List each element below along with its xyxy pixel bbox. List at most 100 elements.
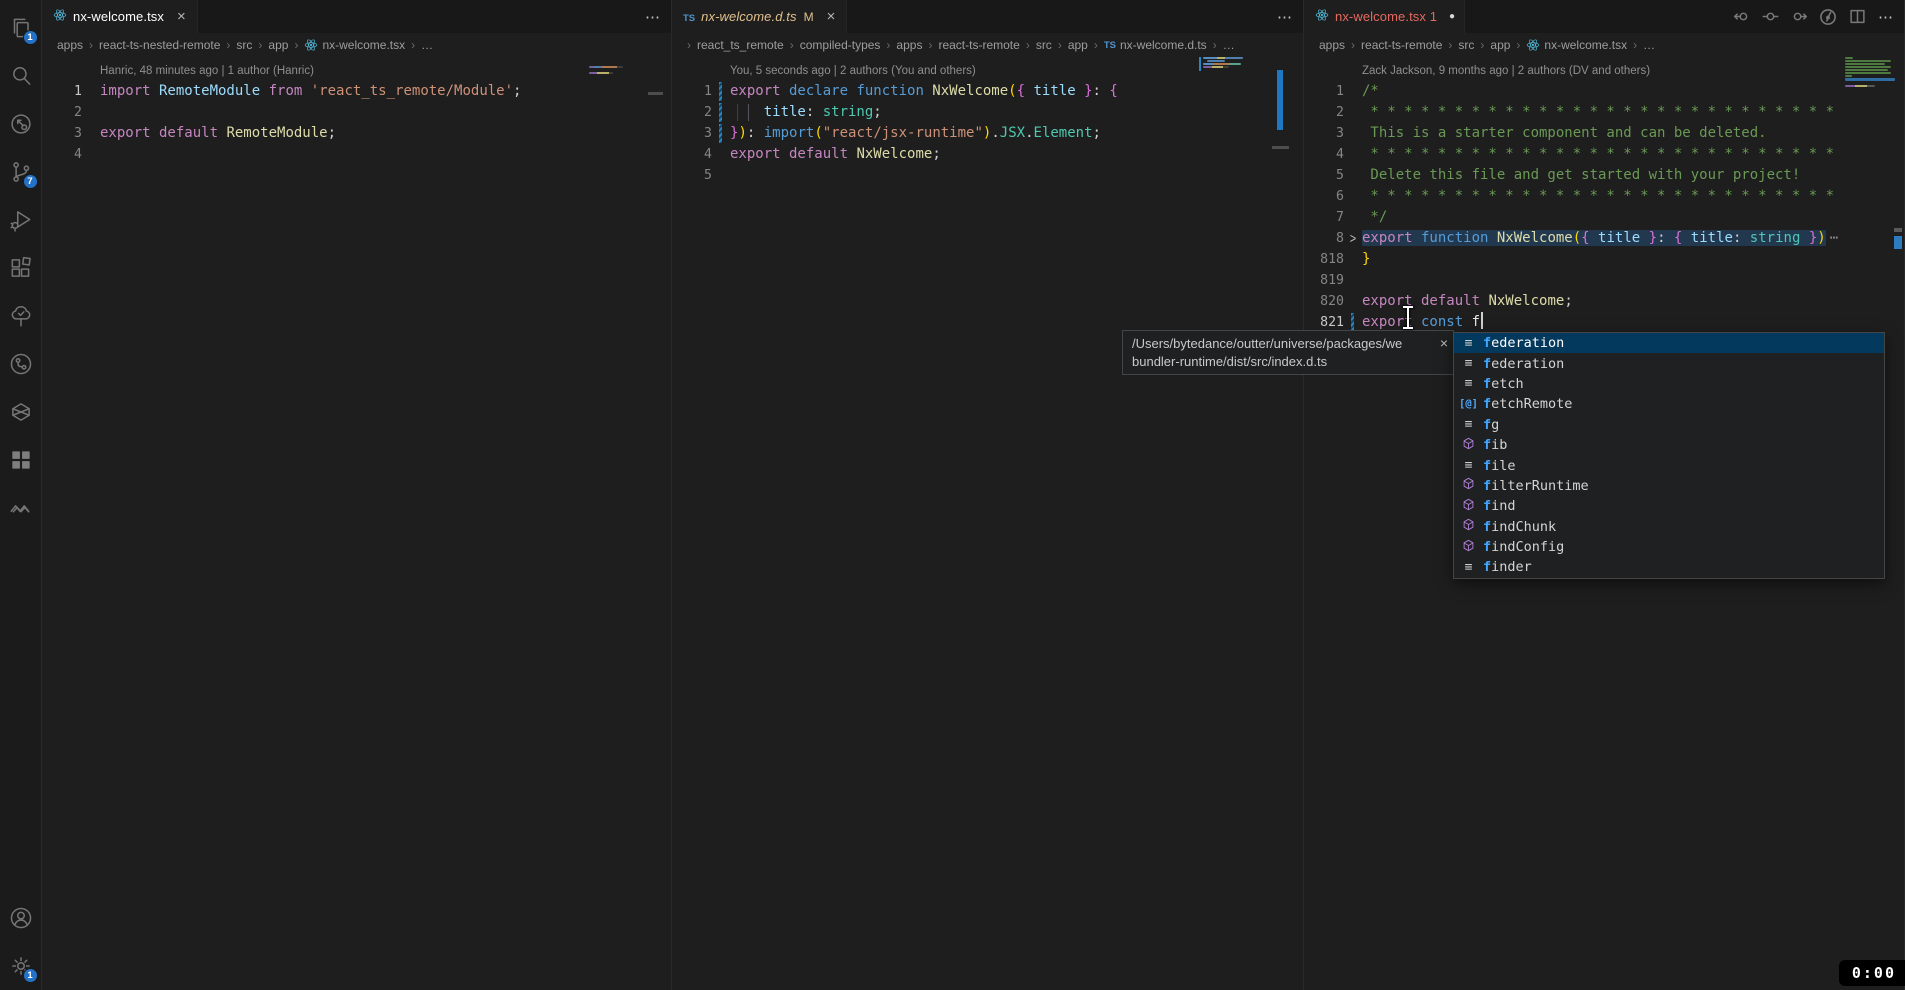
suggestion-item-filterRuntime[interactable]: filterRuntime [1454, 476, 1884, 496]
breadcrumb-item[interactable]: nx-welcome.tsx [1526, 38, 1627, 52]
code-line[interactable]: 3}): import("react/jsx-runtime").JSX.Ele… [672, 123, 1303, 144]
code-line[interactable]: 5 [672, 165, 1303, 186]
breadcrumb-item[interactable]: TSnx-welcome.d.ts [1104, 38, 1207, 52]
close-icon[interactable]: × [825, 8, 838, 25]
breadcrumb-item[interactable]: apps [1319, 38, 1345, 52]
breadcrumb-item[interactable]: … [421, 38, 433, 52]
breadcrumb-item[interactable]: nx-welcome.tsx [304, 38, 405, 52]
code-line[interactable]: 8>export function NxWelcome({ title }: {… [1304, 228, 1904, 249]
code-line[interactable]: 2 * * * * * * * * * * * * * * * * * * * … [1304, 102, 1904, 123]
more-actions-icon[interactable]: ⋯ [1275, 6, 1295, 28]
activity-bar-item-todo-tree[interactable] [0, 292, 42, 340]
dirty-indicator-icon[interactable]: ● [1449, 11, 1455, 22]
activity-bar-item-accounts[interactable] [0, 894, 42, 942]
activity-bar-item-explorer[interactable]: 1 [0, 4, 42, 52]
code-line[interactable]: 818} [1304, 249, 1904, 270]
symbol-text-icon: ≡ [1459, 356, 1478, 371]
breadcrumb-item[interactable]: … [1223, 38, 1235, 52]
breadcrumb-item[interactable]: react-ts-nested-remote [99, 38, 220, 52]
activity-bar-item-run-and-debug[interactable] [0, 196, 42, 244]
breadcrumb-item[interactable]: react_ts_remote [697, 38, 784, 52]
tab-nx-welcome.tsx[interactable]: nx-welcome.tsx× [42, 0, 198, 33]
breadcrumb-item[interactable]: src [1458, 38, 1474, 52]
code-editor[interactable]: You, 5 seconds ago | 2 authors (You and … [672, 57, 1303, 990]
source-control-badge: 7 [23, 174, 38, 189]
breadcrumb-item[interactable]: app [1490, 38, 1510, 52]
breadcrumb-item[interactable]: apps [57, 38, 83, 52]
split-icon[interactable] [1847, 6, 1867, 28]
code-line[interactable]: 820export default NxWelcome; [1304, 291, 1904, 312]
code-line[interactable]: 1export declare function NxWelcome({ tit… [672, 81, 1303, 102]
suggestion-item-file[interactable]: ≡file [1454, 455, 1884, 475]
activity-bar-item-grid-extension[interactable] [0, 436, 42, 484]
activity-bar-item-extensions[interactable] [0, 244, 42, 292]
activity-bar-item-source-control[interactable]: 7 [0, 148, 42, 196]
suggestion-item-federation[interactable]: ≡federation [1454, 333, 1884, 353]
code-line[interactable]: 2 title: string; [672, 102, 1303, 123]
breadcrumb-item[interactable]: compiled-types [800, 38, 881, 52]
tab-nx-welcome.tsx-1[interactable]: nx-welcome.tsx 1● [1304, 0, 1465, 33]
suggestion-label: findConfig [1483, 539, 1564, 555]
code-line[interactable]: 1/* [1304, 81, 1904, 102]
symbol-function-icon [1459, 518, 1478, 535]
code-line[interactable]: 1import RemoteModule from 'react_ts_remo… [42, 81, 671, 102]
symbol-function-icon [1459, 498, 1478, 515]
open-change-icon[interactable] [1760, 6, 1780, 28]
code-line[interactable]: 4export default NxWelcome; [672, 144, 1303, 165]
breadcrumb-item[interactable]: src [236, 38, 252, 52]
line-number: 4 [42, 144, 82, 165]
activity-bar-item-settings[interactable]: 1 [0, 942, 42, 990]
code-text: export default RemoteModule; [100, 123, 336, 144]
code-line[interactable]: 819 [1304, 270, 1904, 291]
suggestion-item-federation[interactable]: ≡federation [1454, 353, 1884, 373]
suggestion-item-fg[interactable]: ≡fg [1454, 415, 1884, 435]
line-number: 7 [1304, 207, 1344, 228]
suggestion-item-fetch[interactable]: ≡fetch [1454, 374, 1884, 394]
suggestion-item-findConfig[interactable]: findConfig [1454, 537, 1884, 557]
suggestion-item-fetchRemote[interactable]: [@]fetchRemote [1454, 394, 1884, 414]
tab-nx-welcome.d.ts[interactable]: TSnx-welcome.d.tsM× [672, 0, 847, 33]
code-line[interactable]: 3export default RemoteModule; [42, 123, 671, 144]
activity-bar-item-nx-console[interactable] [0, 388, 42, 436]
code-line[interactable]: 4 [42, 144, 671, 165]
code-line[interactable]: 7 */ [1304, 207, 1904, 228]
code-line[interactable]: 5 Delete this file and get started with … [1304, 165, 1904, 186]
code-line[interactable]: 6 * * * * * * * * * * * * * * * * * * * … [1304, 186, 1904, 207]
activity-bar-item-waveform-extension[interactable] [0, 484, 42, 532]
code-text: }): import("react/jsx-runtime").JSX.Elem… [730, 123, 1101, 144]
prev-change-icon[interactable] [1731, 6, 1751, 28]
breadcrumb-item[interactable]: apps [896, 38, 922, 52]
activity-bar-item-git-graph[interactable] [0, 340, 42, 388]
breadcrumb-item[interactable]: app [1068, 38, 1088, 52]
breadcrumb-item[interactable]: react-ts-remote [1361, 38, 1442, 52]
suggestion-item-findChunk[interactable]: findChunk [1454, 517, 1884, 537]
breadcrumb-item[interactable]: react-ts-remote [938, 38, 1019, 52]
next-change-icon[interactable] [1789, 6, 1809, 28]
editor-pane-2: TSnx-welcome.d.tsM×⋯›react_ts_remote›com… [672, 0, 1304, 990]
folded-ellipsis[interactable]: ⋯ [1830, 230, 1838, 246]
timeline-icon[interactable] [1818, 6, 1838, 28]
code-line[interactable]: 4 * * * * * * * * * * * * * * * * * * * … [1304, 144, 1904, 165]
activity-bar-item-search[interactable] [0, 52, 42, 100]
suggestion-item-fib[interactable]: fib [1454, 435, 1884, 455]
close-icon[interactable]: × [1440, 334, 1448, 352]
suggestion-item-find[interactable]: find [1454, 496, 1884, 516]
code-line[interactable]: 3 This is a starter component and can be… [1304, 123, 1904, 144]
line-number: 5 [672, 165, 712, 186]
git-codelens-blame[interactable]: You, 5 seconds ago | 2 authors (You and … [730, 62, 1303, 80]
more-actions-icon[interactable]: ⋯ [1876, 6, 1896, 28]
breadcrumb-item[interactable]: … [1643, 38, 1655, 52]
git-codelens-blame[interactable]: Zack Jackson, 9 months ago | 2 authors (… [1362, 62, 1904, 80]
fold-chevron-icon[interactable]: > [1350, 231, 1356, 246]
close-icon[interactable]: × [175, 8, 188, 25]
breadcrumb-item[interactable]: app [268, 38, 288, 52]
code-line[interactable]: 2 [42, 102, 671, 123]
suggestion-item-finder[interactable]: ≡finder [1454, 557, 1884, 577]
more-actions-icon[interactable]: ⋯ [643, 6, 663, 28]
activity-bar-item-references[interactable] [0, 100, 42, 148]
code-editor[interactable]: Hanric, 48 minutes ago | 1 author (Hanri… [42, 57, 671, 990]
git-codelens-blame[interactable]: Hanric, 48 minutes ago | 1 author (Hanri… [100, 62, 671, 80]
breadcrumb-item[interactable]: src [1036, 38, 1052, 52]
run-and-debug-icon [8, 207, 34, 233]
breadcrumb-separator: › [790, 38, 794, 52]
